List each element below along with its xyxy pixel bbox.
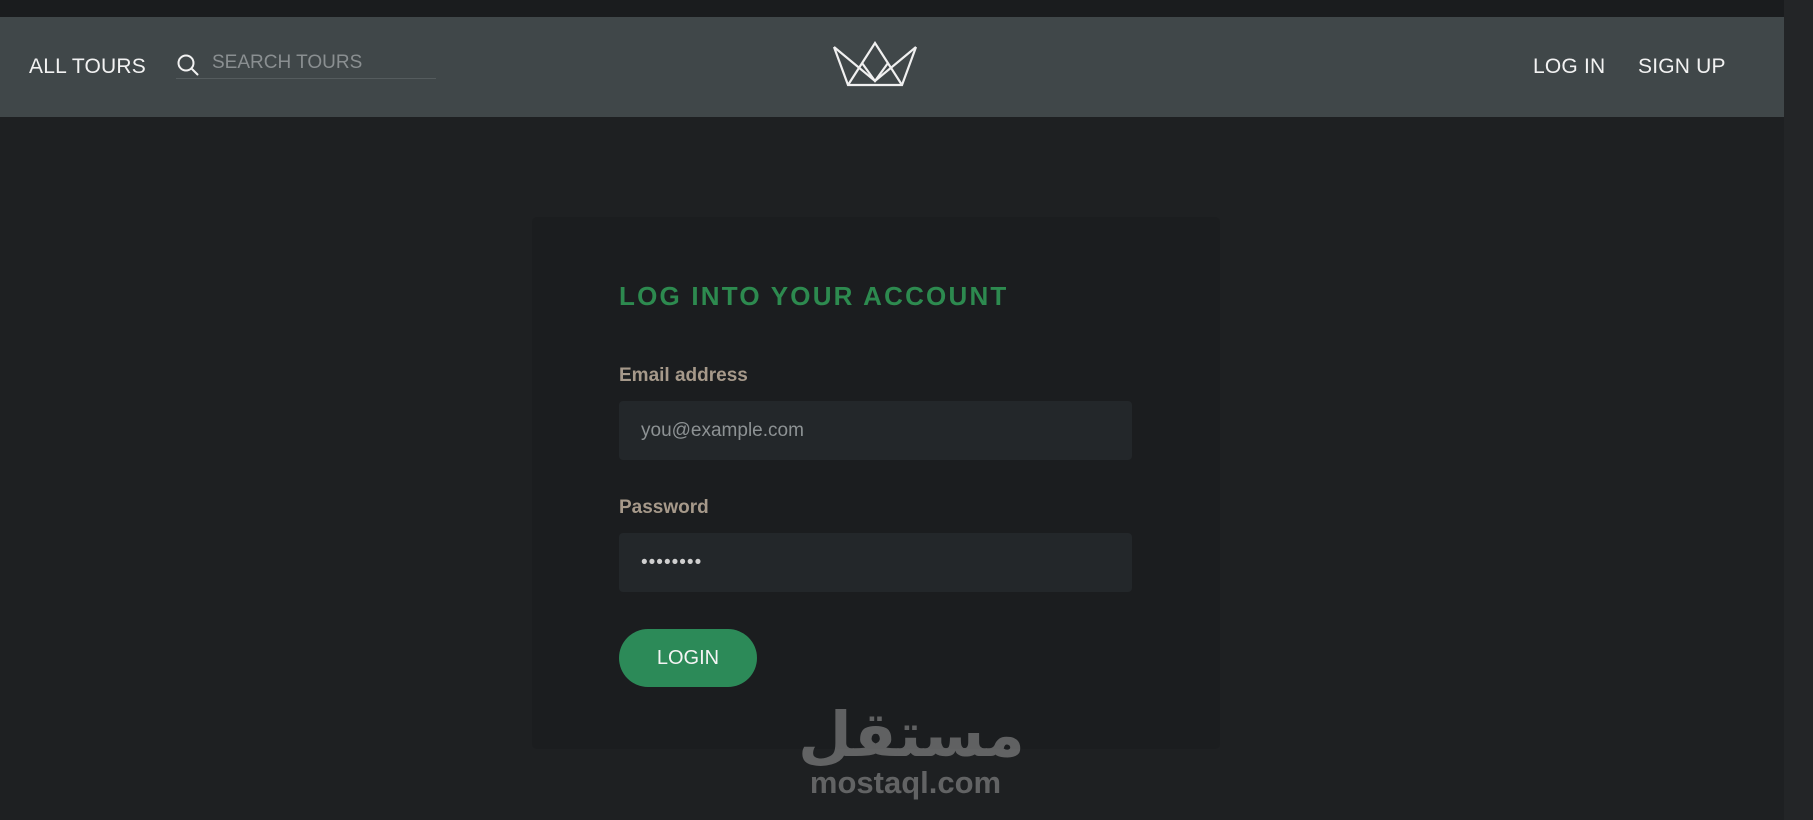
login-title: LOG INTO YOUR ACCOUNT: [619, 281, 1009, 311]
email-field[interactable]: [619, 401, 1132, 460]
password-label: Password: [619, 497, 709, 518]
login-card: LOG INTO YOUR ACCOUNT Email address Pass…: [532, 217, 1220, 749]
log-in-link[interactable]: LOG IN: [1533, 55, 1605, 79]
crown-logo-icon[interactable]: [832, 41, 918, 87]
window-top-strip: [0, 0, 1813, 17]
scrollbar-track[interactable]: [1784, 0, 1813, 820]
sign-up-link[interactable]: SIGN UP: [1638, 55, 1726, 79]
password-field[interactable]: [619, 533, 1132, 592]
site-header: ALL TOURS LOG IN SIGN UP: [0, 17, 1784, 117]
watermark-arabic: مستقل: [798, 698, 1025, 771]
search-form: [176, 47, 436, 79]
search-icon[interactable]: [176, 53, 200, 77]
watermark-latin: mostaql.com: [809, 765, 1002, 800]
watermark: مستقل mostaql.com: [798, 698, 1025, 805]
all-tours-link[interactable]: ALL TOURS: [29, 55, 146, 79]
login-button[interactable]: LOGIN: [619, 629, 757, 687]
email-label: Email address: [619, 365, 748, 386]
search-input[interactable]: [212, 49, 432, 77]
